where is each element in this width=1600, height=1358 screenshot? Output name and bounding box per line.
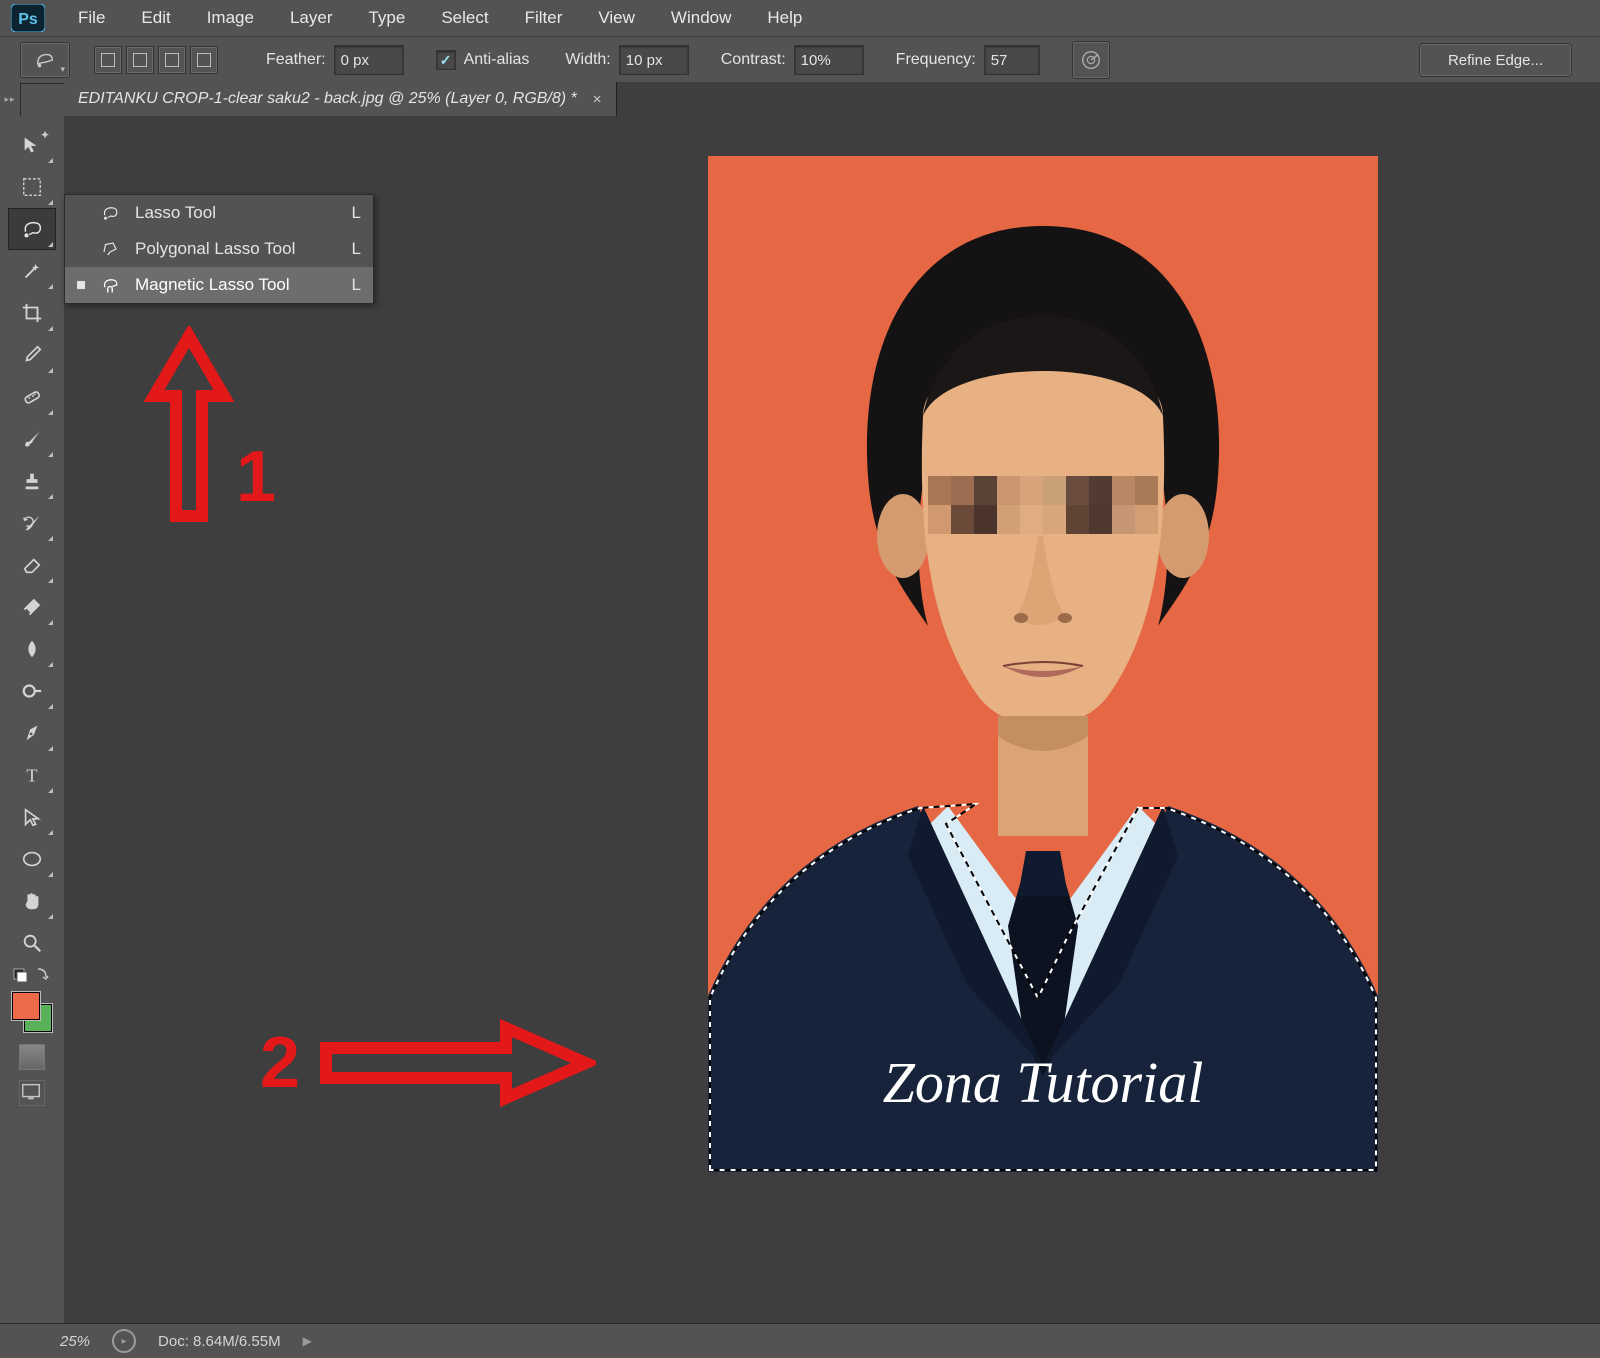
move-tool-icon[interactable]: ✦	[8, 124, 56, 166]
shape-tool-icon[interactable]	[8, 838, 56, 880]
menu-window[interactable]: Window	[653, 2, 749, 34]
pen-tool-icon[interactable]	[8, 712, 56, 754]
flyout-shortcut: L	[343, 239, 361, 259]
magnetic-lasso-icon	[99, 274, 121, 296]
status-more-icon[interactable]: ▶	[303, 1334, 312, 1348]
watermark-text: Zona Tutorial	[883, 1049, 1204, 1116]
feather-label: Feather:	[266, 51, 326, 69]
selection-subtract-icon[interactable]	[158, 46, 186, 74]
frequency-label: Frequency:	[896, 51, 976, 69]
flyout-lasso[interactable]: Lasso Tool L	[65, 195, 373, 231]
dodge-tool-icon[interactable]	[8, 670, 56, 712]
flyout-shortcut: L	[343, 203, 361, 223]
stamp-tool-icon[interactable]	[8, 460, 56, 502]
type-tool-icon[interactable]: T	[8, 754, 56, 796]
close-tab-icon[interactable]: ×	[593, 91, 602, 108]
flyout-label: Lasso Tool	[135, 203, 329, 223]
contrast-label: Contrast:	[721, 51, 786, 69]
status-bar: 25% Doc: 8.64M/6.55M ▶	[0, 1323, 1600, 1358]
hand-tool-icon[interactable]	[8, 880, 56, 922]
rect-marquee-tool-icon[interactable]	[8, 166, 56, 208]
heal-tool-icon[interactable]	[8, 376, 56, 418]
flyout-selected-icon	[77, 281, 85, 289]
menu-view[interactable]: View	[580, 2, 653, 34]
status-doc-text: Doc: 8.64M/6.55M	[158, 1333, 281, 1350]
path-select-tool-icon[interactable]	[8, 796, 56, 838]
antialias-label: Anti-alias	[464, 51, 530, 69]
frequency-field: Frequency:	[896, 45, 1040, 75]
contrast-field: Contrast:	[721, 45, 864, 75]
active-tool-preset-icon[interactable]: ▾	[20, 42, 70, 78]
document-tab-bar: EDITANKU CROP-1-clear saku2 - back.jpg @…	[64, 82, 1600, 117]
document-image[interactable]: Zona Tutorial	[708, 156, 1378, 1172]
menu-layer[interactable]: Layer	[272, 2, 351, 34]
antialias-checkbox-icon[interactable]: ✓	[436, 50, 456, 70]
flyout-polygonal-lasso[interactable]: Polygonal Lasso Tool L	[65, 231, 373, 267]
feather-field: Feather:	[266, 45, 404, 75]
polygonal-lasso-icon	[99, 238, 121, 260]
tools-panel: ✦ T	[0, 116, 65, 1324]
color-swatch[interactable]	[12, 992, 52, 1032]
quick-mask-icon[interactable]	[19, 1044, 45, 1070]
refine-edge-button[interactable]: Refine Edge...	[1419, 43, 1572, 77]
portrait-illustration	[708, 156, 1378, 1172]
menubar: Ps File Edit Image Layer Type Select Fil…	[0, 0, 1600, 36]
gradient-tool-icon[interactable]	[8, 586, 56, 628]
contrast-input[interactable]	[794, 45, 864, 75]
photoshop-window: Ps File Edit Image Layer Type Select Fil…	[0, 0, 1600, 1358]
svg-text:T: T	[26, 765, 37, 785]
menu-filter[interactable]: Filter	[507, 2, 581, 34]
magic-wand-tool-icon[interactable]	[8, 250, 56, 292]
app-logo-icon: Ps	[8, 4, 48, 32]
selection-add-icon[interactable]	[126, 46, 154, 74]
selection-new-icon[interactable]	[94, 46, 122, 74]
width-label: Width:	[565, 51, 610, 69]
menu-select[interactable]: Select	[423, 2, 506, 34]
menu-edit[interactable]: Edit	[123, 2, 188, 34]
lasso-flyout-menu: Lasso Tool L Polygonal Lasso Tool L Magn…	[64, 194, 374, 304]
flyout-label: Magnetic Lasso Tool	[135, 275, 329, 295]
selection-mode-group	[94, 46, 218, 74]
lasso-tool-icon[interactable]	[8, 208, 56, 250]
menu-file[interactable]: File	[60, 2, 123, 34]
document-tab[interactable]: EDITANKU CROP-1-clear saku2 - back.jpg @…	[64, 82, 617, 116]
lasso-icon	[99, 202, 121, 224]
width-field: Width:	[565, 45, 688, 75]
swap-colors-row[interactable]	[8, 964, 56, 984]
svg-text:Ps: Ps	[18, 11, 38, 28]
options-bar: ▾ Feather: ✓ Anti-alias Width: Contrast:…	[0, 36, 1600, 84]
menu-type[interactable]: Type	[350, 2, 423, 34]
blur-tool-icon[interactable]	[8, 628, 56, 670]
width-input[interactable]	[619, 45, 689, 75]
history-brush-tool-icon[interactable]	[8, 502, 56, 544]
zoom-level[interactable]: 25%	[60, 1333, 90, 1350]
dock-collapse-icon[interactable]: ▸▸	[0, 82, 21, 117]
document-tab-title: EDITANKU CROP-1-clear saku2 - back.jpg @…	[78, 90, 577, 108]
menu-image[interactable]: Image	[189, 2, 272, 34]
selection-intersect-icon[interactable]	[190, 46, 218, 74]
eyedropper-tool-icon[interactable]	[8, 334, 56, 376]
zoom-tool-icon[interactable]	[8, 922, 56, 964]
flyout-magnetic-lasso[interactable]: Magnetic Lasso Tool L	[65, 267, 373, 303]
crop-tool-icon[interactable]	[8, 292, 56, 334]
status-preview-icon[interactable]	[112, 1329, 136, 1353]
pen-pressure-icon[interactable]	[1072, 41, 1110, 79]
frequency-input[interactable]	[984, 45, 1040, 75]
menu-help[interactable]: Help	[749, 2, 820, 34]
flyout-label: Polygonal Lasso Tool	[135, 239, 329, 259]
brush-tool-icon[interactable]	[8, 418, 56, 460]
feather-input[interactable]	[334, 45, 404, 75]
antialias-field[interactable]: ✓ Anti-alias	[436, 50, 530, 70]
foreground-swatch-icon[interactable]	[12, 992, 40, 1020]
eraser-tool-icon[interactable]	[8, 544, 56, 586]
flyout-shortcut: L	[343, 275, 361, 295]
screen-mode-icon[interactable]	[19, 1080, 45, 1106]
